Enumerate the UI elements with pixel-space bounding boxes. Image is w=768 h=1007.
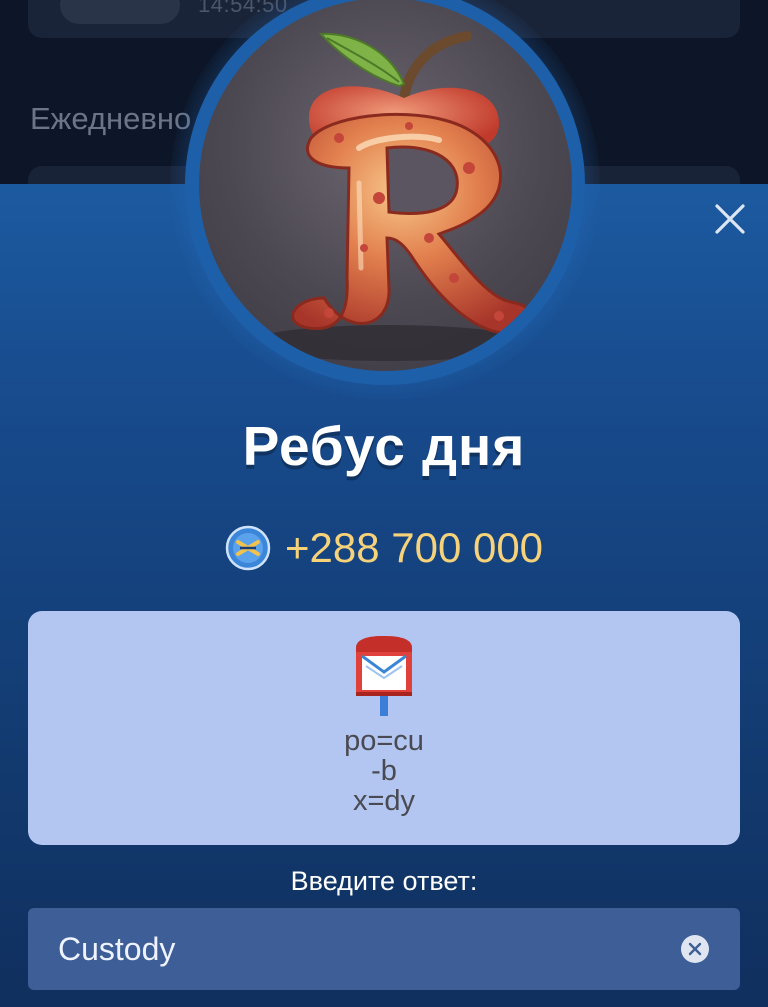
mailbox-icon — [356, 636, 412, 716]
reward-amount: +288 700 000 — [0, 523, 768, 573]
answer-field[interactable] — [28, 908, 740, 990]
clear-answer-button[interactable] — [680, 934, 710, 964]
background-pill — [60, 0, 180, 24]
clue-line-1: po=cu — [344, 725, 424, 757]
reward-value: +288 700 000 — [284, 524, 544, 571]
answer-label: Введите ответ: — [290, 866, 478, 896]
puzzle-clues: po=cu -b x=dy — [0, 726, 768, 816]
dialog-title: Ребус дня — [242, 415, 526, 477]
close-button[interactable] — [708, 197, 752, 241]
screen: 14:54:50 Ежедневно Ребус дня +288 700 00… — [0, 0, 768, 1007]
clue-line-2: -b — [371, 755, 397, 787]
background-section-label: Ежедневно — [30, 101, 192, 136]
clue-line-3: x=dy — [352, 785, 416, 817]
clear-icon — [681, 935, 709, 963]
coin-icon — [225, 525, 271, 571]
answer-input[interactable] — [58, 908, 658, 990]
close-icon — [715, 204, 745, 234]
apple-letter-r-image — [199, 0, 572, 371]
